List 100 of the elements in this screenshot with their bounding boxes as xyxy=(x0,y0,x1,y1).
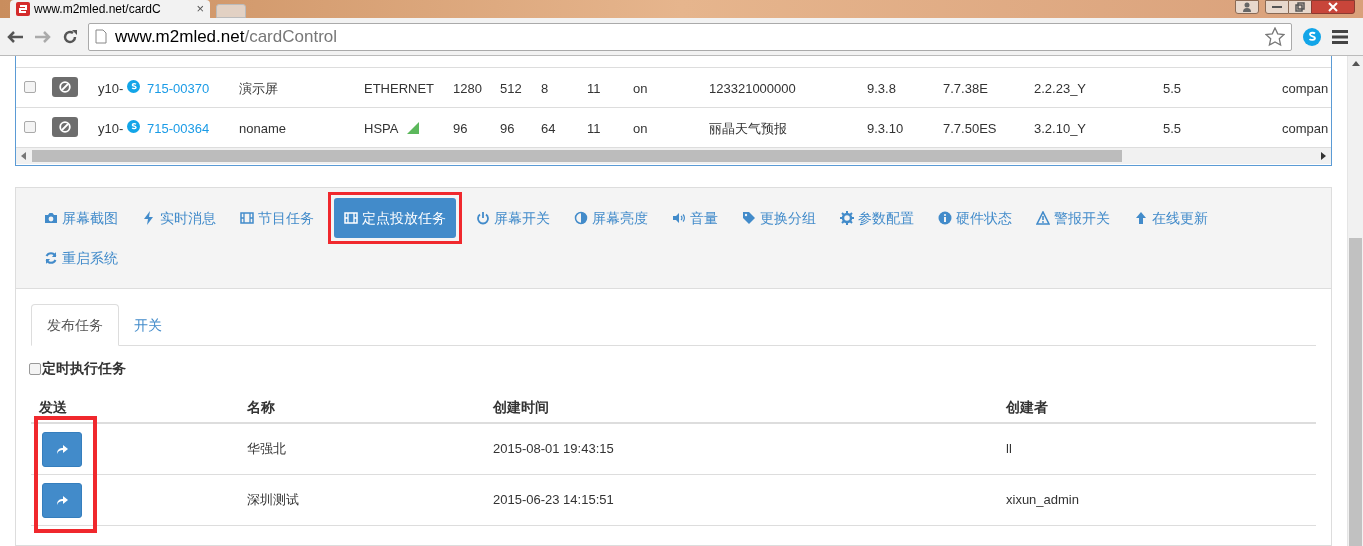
table-cell-text: 2015-06-23 14:15:51 xyxy=(492,491,615,510)
profile-button[interactable] xyxy=(1235,0,1259,14)
table-cell-text: 1280 xyxy=(453,80,482,98)
block-icon xyxy=(59,121,71,133)
action-button[interactable]: 节目任务 xyxy=(230,198,324,238)
restore-button[interactable] xyxy=(1289,0,1311,14)
action-button[interactable]: 音量 xyxy=(662,198,728,238)
row-checkbox[interactable] xyxy=(24,81,36,93)
table-cell-text: 8 xyxy=(541,80,549,98)
row-checkbox[interactable] xyxy=(24,121,36,133)
restore-icon xyxy=(1295,2,1305,12)
action-button[interactable]: 屏幕亮度 xyxy=(564,198,658,238)
table-cell-text: 123321000000 xyxy=(709,80,796,98)
star-icon[interactable] xyxy=(1265,26,1285,47)
device-id-link[interactable]: 715-00364 xyxy=(147,119,210,139)
tab-title: www.m2mled.net/cardC xyxy=(34,1,162,18)
skype-icon[interactable] xyxy=(1302,26,1322,47)
table-cell-text: compan xyxy=(1282,120,1329,138)
page-icon xyxy=(95,29,107,44)
table-cell-text: on xyxy=(633,80,648,98)
tab[interactable]: 开关 xyxy=(119,304,177,346)
gear-icon xyxy=(840,211,854,225)
table-cell-text: on xyxy=(633,120,648,138)
action-button[interactable]: 重启系统 xyxy=(34,238,128,278)
scrollbar-thumb[interactable] xyxy=(1349,238,1362,546)
tag-icon xyxy=(742,211,756,225)
action-button[interactable]: 警报开关 xyxy=(1026,198,1120,238)
device-id-link[interactable]: 715-00370 xyxy=(147,79,210,99)
skype-icon xyxy=(127,80,140,93)
info-icon xyxy=(938,211,952,225)
action-button[interactable]: 在线更新 xyxy=(1124,198,1218,238)
warning-icon xyxy=(1036,211,1050,225)
table-cell-text: 5.5 xyxy=(1163,120,1182,138)
table-cell-text: 7.7.50ES xyxy=(943,120,997,138)
power-icon xyxy=(476,211,490,225)
user-icon xyxy=(1242,2,1252,12)
table-cell-text: 64 xyxy=(541,120,556,138)
checkbox-label: 定时执行任务 xyxy=(42,359,126,378)
disable-button[interactable] xyxy=(52,117,78,137)
action-button[interactable]: 屏幕开关 xyxy=(466,198,560,238)
tab-close-button[interactable]: × xyxy=(196,0,204,19)
table-cell-text: 9.3.10 xyxy=(867,120,904,138)
disable-button[interactable] xyxy=(52,77,78,97)
table-cell-text: 2015-08-01 19:43:15 xyxy=(492,440,615,459)
site-logo-icon xyxy=(16,2,30,16)
table-cell-text: xixun_admin xyxy=(1005,491,1080,510)
table-cell-text: 7.7.38E xyxy=(943,80,988,98)
minimize-icon xyxy=(1272,5,1282,9)
table-cell-text: 3.2.10_Y xyxy=(1034,120,1087,138)
table-cell-text: ll xyxy=(1005,440,1013,459)
column-header: 发送 xyxy=(38,398,68,417)
network-type: HSPA xyxy=(364,120,399,138)
action-button[interactable]: 屏幕截图 xyxy=(34,198,128,238)
close-window-button[interactable] xyxy=(1311,0,1355,14)
action-button[interactable]: 实时消息 xyxy=(132,198,226,238)
device-name: 演示屏 xyxy=(239,80,278,98)
menu-icon[interactable] xyxy=(1332,29,1348,44)
device-prefix: y10- xyxy=(98,120,124,138)
scrollbar-thumb[interactable] xyxy=(32,150,1122,162)
table-cell-text: 华强北 xyxy=(246,440,287,459)
table-cell-text: 11 xyxy=(587,80,601,98)
table-cell-text: 5.5 xyxy=(1163,80,1182,98)
table-cell-text: 丽晶天气预报 xyxy=(709,120,787,138)
action-button[interactable]: 硬件状态 xyxy=(928,198,1022,238)
contrast-icon xyxy=(574,211,588,225)
action-button[interactable]: 更换分组 xyxy=(732,198,826,238)
action-button[interactable]: 参数配置 xyxy=(830,198,924,238)
action-button[interactable]: 定点投放任务 xyxy=(334,198,456,238)
minimize-button[interactable] xyxy=(1265,0,1289,14)
column-header: 创建时间 xyxy=(492,398,550,417)
vertical-scrollbar[interactable] xyxy=(1347,56,1363,546)
network-type: ETHERNET xyxy=(364,80,435,98)
speaker-icon xyxy=(672,211,686,225)
block-icon xyxy=(59,81,71,93)
skype-icon xyxy=(127,120,140,133)
share-arrow-icon xyxy=(56,495,68,505)
close-icon xyxy=(1328,2,1338,12)
send-button[interactable] xyxy=(42,431,82,467)
back-icon[interactable] xyxy=(6,29,24,44)
checkbox[interactable] xyxy=(29,362,41,375)
device-prefix: y10- xyxy=(98,80,124,98)
table-cell-text: 96 xyxy=(500,120,515,138)
film-icon xyxy=(344,211,358,225)
table-cell-text: 2.2.23_Y xyxy=(1034,80,1087,98)
reload-icon[interactable] xyxy=(62,28,78,45)
horizontal-scrollbar[interactable] xyxy=(16,148,1331,164)
device-name: noname xyxy=(239,120,286,138)
camera-icon xyxy=(44,211,58,225)
column-header: 创建者 xyxy=(1005,398,1049,417)
table-cell-text: 11 xyxy=(587,120,601,138)
table-cell-text: 512 xyxy=(500,80,522,98)
table-cell-text: 96 xyxy=(453,120,468,138)
tab[interactable]: 发布任务 xyxy=(31,304,119,346)
film-icon xyxy=(240,211,254,225)
url-text: www.m2mled.net/cardControl xyxy=(115,25,339,48)
share-arrow-icon xyxy=(56,444,68,454)
address-bar[interactable]: www.m2mled.net/cardControl xyxy=(88,22,1292,51)
browser-tab[interactable]: www.m2mled.net/cardC × xyxy=(10,0,210,18)
up-arrow-icon xyxy=(1134,211,1148,225)
send-button[interactable] xyxy=(42,482,82,518)
